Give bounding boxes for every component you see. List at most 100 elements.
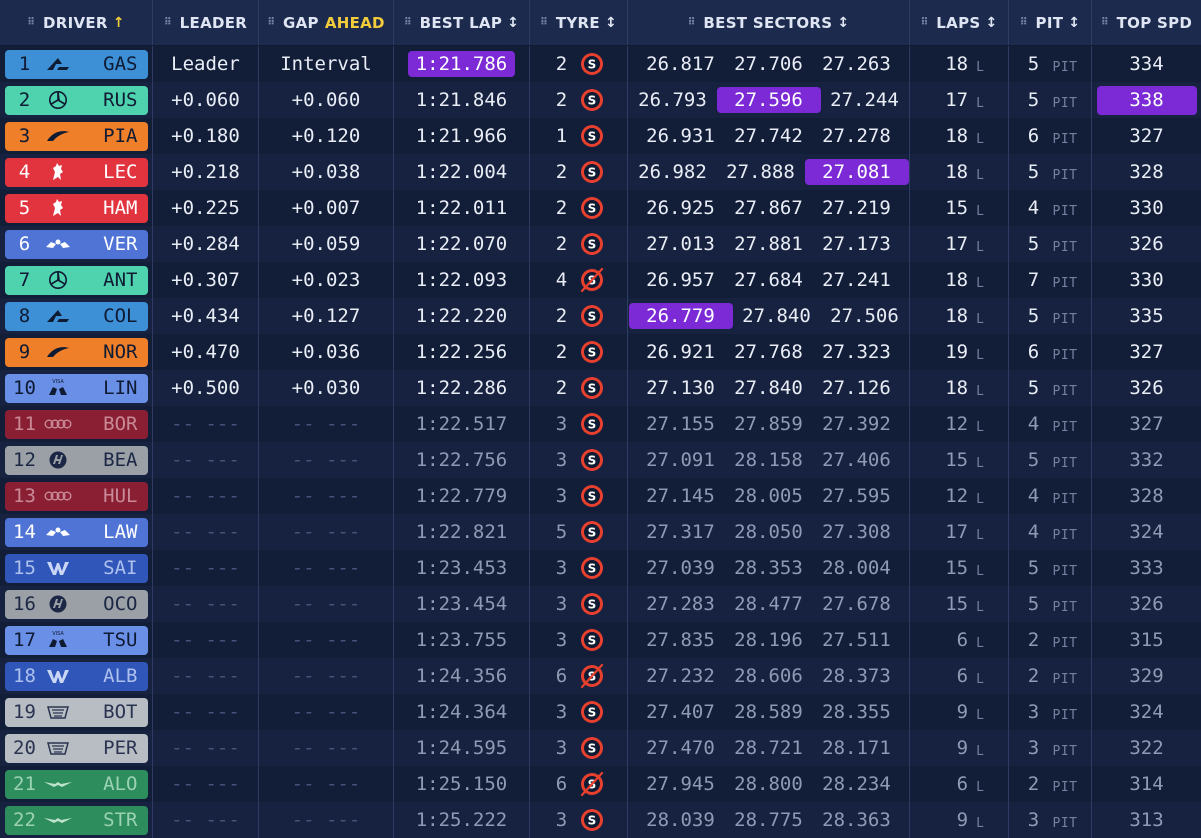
- driver-cell[interactable]: 4 LEC: [0, 154, 153, 190]
- driver-badge[interactable]: 4 LEC: [4, 157, 148, 187]
- leader-gap: Leader: [171, 53, 240, 75]
- drag-grip-icon[interactable]: ⠿: [404, 17, 412, 28]
- table-row[interactable]: 4 LEC +0.218 +0.038 1:22.004 2 S 26.982 27.888 27…: [0, 154, 1201, 190]
- driver-badge[interactable]: 9 NOR: [4, 337, 148, 367]
- driver-badge[interactable]: 19 BOT: [4, 697, 148, 727]
- driver-badge[interactable]: 7 ANT: [4, 265, 148, 295]
- driver-badge[interactable]: 11 BOR: [4, 409, 148, 439]
- driver-cell[interactable]: 19 BOT: [0, 694, 153, 730]
- drag-grip-icon[interactable]: ⠿: [27, 17, 35, 28]
- driver-badge[interactable]: 21 ALO: [4, 769, 148, 799]
- driver-badge[interactable]: 2 RUS: [4, 85, 148, 115]
- driver-badge[interactable]: 13 HUL: [4, 481, 148, 511]
- drag-grip-icon[interactable]: ⠿: [688, 17, 696, 28]
- col-header-tyre[interactable]: ⠿ TYRE ↕: [530, 0, 628, 45]
- driver-badge[interactable]: 15 SAI: [4, 553, 148, 583]
- laps-count: 18: [945, 305, 969, 327]
- driver-badge[interactable]: 17 VISA TSU: [4, 625, 148, 655]
- table-row[interactable]: 9 NOR +0.470 +0.036 1:22.256 2 S 26.921 27.768 27…: [0, 334, 1201, 370]
- driver-cell[interactable]: 14 LAW: [0, 514, 153, 550]
- table-row[interactable]: 6 VER +0.284 +0.059 1:22.070 2 S 27.013 27.881 27…: [0, 226, 1201, 262]
- driver-cell[interactable]: 2 RUS: [0, 82, 153, 118]
- driver-badge[interactable]: 5 HAM: [4, 193, 148, 223]
- driver-badge[interactable]: 22 STR: [4, 805, 148, 835]
- driver-badge[interactable]: 16 OCO: [4, 589, 148, 619]
- table-row[interactable]: 14 LAW -- --- -- --- 1:22.821 5 S 27.317 28.050 2…: [0, 514, 1201, 550]
- sort-arrows-icon[interactable]: ↕: [837, 15, 849, 31]
- driver-cell[interactable]: 8 COL: [0, 298, 153, 334]
- driver-cell[interactable]: 20 PER: [0, 730, 153, 766]
- driver-cell[interactable]: 1 GAS: [0, 46, 153, 82]
- driver-badge[interactable]: 3 PIA: [4, 121, 148, 151]
- driver-badge[interactable]: 8 COL: [4, 301, 148, 331]
- sort-up-icon[interactable]: ↑: [113, 15, 125, 31]
- driver-cell[interactable]: 7 ANT: [0, 262, 153, 298]
- driver-badge[interactable]: 10 VISA LIN: [4, 373, 148, 403]
- sort-arrows-icon[interactable]: ↕: [507, 15, 519, 31]
- col-header-best-sectors[interactable]: ⠿ BEST SECTORS ↕: [628, 0, 910, 45]
- table-row[interactable]: 19 BOT -- --- -- --- 1:24.364 3 S 27.407 28.589 2…: [0, 694, 1201, 730]
- table-row[interactable]: 17 VISA TSU -- --- -- --- 1:23.755 3 S 27.835 28.…: [0, 622, 1201, 658]
- table-row[interactable]: 10 VISA LIN +0.500 +0.030 1:22.286 2 S 27.130 27.…: [0, 370, 1201, 406]
- sort-arrows-icon[interactable]: ↕: [1068, 15, 1080, 31]
- sort-arrows-icon[interactable]: ↕: [605, 15, 617, 31]
- table-row[interactable]: 3 PIA +0.180 +0.120 1:21.966 1 S 26.931 27.742 27…: [0, 118, 1201, 154]
- driver-badge[interactable]: 6 VER: [4, 229, 148, 259]
- driver-badge[interactable]: 18 ALB: [4, 661, 148, 691]
- table-row[interactable]: 22 STR -- --- -- --- 1:25.222 3 S 28.039 28.775 2…: [0, 802, 1201, 838]
- col-header-best-lap[interactable]: ⠿ BEST LAP ↕: [394, 0, 530, 45]
- drag-grip-icon[interactable]: ⠿: [1020, 17, 1028, 28]
- drag-grip-icon[interactable]: ⠿: [920, 17, 928, 28]
- col-header-laps[interactable]: ⠿ LAPS ↕: [910, 0, 1009, 45]
- svg-text:S: S: [587, 130, 596, 144]
- col-header-driver[interactable]: ⠿ DRIVER ↑: [0, 0, 153, 45]
- best-sectors-cell: 26.921 27.768 27.323: [628, 334, 910, 370]
- driver-badge[interactable]: 20 PER: [4, 733, 148, 763]
- driver-cell[interactable]: 12 BEA: [0, 442, 153, 478]
- drag-grip-icon[interactable]: ⠿: [1101, 17, 1109, 28]
- pit-cell: 5 PIT: [1009, 46, 1092, 82]
- driver-cell[interactable]: 9 NOR: [0, 334, 153, 370]
- table-row[interactable]: 2 RUS +0.060 +0.060 1:21.846 2 S 26.793 27.596 27…: [0, 82, 1201, 118]
- col-header-leader[interactable]: ⠿ LEADER: [153, 0, 259, 45]
- driver-cell[interactable]: 16 OCO: [0, 586, 153, 622]
- table-row[interactable]: 18ALB-- ----- ---1:24.3566S27.23228.6062…: [0, 658, 1201, 694]
- driver-cell[interactable]: 10 VISA LIN: [0, 370, 153, 406]
- table-row[interactable]: 21ALO-- ----- ---1:25.1506S27.94528.8002…: [0, 766, 1201, 802]
- col-header-gap[interactable]: ⠿ GAP AHEAD: [259, 0, 394, 45]
- laps-unit: L: [976, 455, 984, 471]
- sort-arrows-icon[interactable]: ↕: [985, 15, 997, 31]
- driver-cell[interactable]: 6 VER: [0, 226, 153, 262]
- driver-badge[interactable]: 12 BEA: [4, 445, 148, 475]
- table-row[interactable]: 7 ANT +0.307 +0.023 1:22.093 4S 26.957 27.684 27…: [0, 262, 1201, 298]
- col-header-top-spd[interactable]: ⠿ TOP SPD: [1092, 0, 1201, 45]
- driver-cell[interactable]: 22 STR: [0, 802, 153, 838]
- driver-cell[interactable]: 5 HAM: [0, 190, 153, 226]
- driver-cell[interactable]: 15 SAI: [0, 550, 153, 586]
- driver-cell[interactable]: 13 HUL: [0, 478, 153, 514]
- driver-badge[interactable]: 14 LAW: [4, 517, 148, 547]
- table-row[interactable]: 8 COL +0.434 +0.127 1:22.220 2 S 26.779 27.840 27…: [0, 298, 1201, 334]
- laps-unit: L: [976, 563, 984, 579]
- drag-grip-icon[interactable]: ⠿: [164, 17, 172, 28]
- table-row[interactable]: 11 BOR -- --- -- --- 1:22.517 3 S 27.155 27.859 2…: [0, 406, 1201, 442]
- table-row[interactable]: 16 OCO -- --- -- --- 1:23.454 3 S 27.283 28.477 2…: [0, 586, 1201, 622]
- table-row[interactable]: 15 SAI -- --- -- --- 1:23.453 3 S 27.039 28.353 2…: [0, 550, 1201, 586]
- drag-grip-icon[interactable]: ⠿: [267, 17, 275, 28]
- driver-cell[interactable]: 17 VISA TSU: [0, 622, 153, 658]
- col-header-pit[interactable]: ⠿ PIT ↕: [1009, 0, 1092, 45]
- driver-cell[interactable]: 21 ALO: [0, 766, 153, 802]
- table-row[interactable]: 20 PER -- --- -- --- 1:24.595 3 S 27.470 28.721 2…: [0, 730, 1201, 766]
- table-row[interactable]: 13 HUL -- --- -- --- 1:22.779 3 S 27.145 28.005 2…: [0, 478, 1201, 514]
- driver-cell[interactable]: 3 PIA: [0, 118, 153, 154]
- driver-cell[interactable]: 18 ALB: [0, 658, 153, 694]
- table-row[interactable]: 1 GAS Leader Interval 1:21.786 2 S 26.817 27.706…: [0, 46, 1201, 82]
- top-speed-cell: 333: [1092, 550, 1201, 586]
- table-row[interactable]: 12 BEA -- --- -- --- 1:22.756 3 S 27.091 28.158 2…: [0, 442, 1201, 478]
- best-sectors-cell: 27.317 28.050 27.308: [628, 514, 910, 550]
- drag-grip-icon[interactable]: ⠿: [540, 17, 548, 28]
- driver-badge[interactable]: 1 GAS: [4, 49, 148, 79]
- table-row[interactable]: 5 HAM +0.225 +0.007 1:22.011 2 S 26.925 27.867 27…: [0, 190, 1201, 226]
- top-speed-cell: 327: [1092, 406, 1201, 442]
- driver-cell[interactable]: 11 BOR: [0, 406, 153, 442]
